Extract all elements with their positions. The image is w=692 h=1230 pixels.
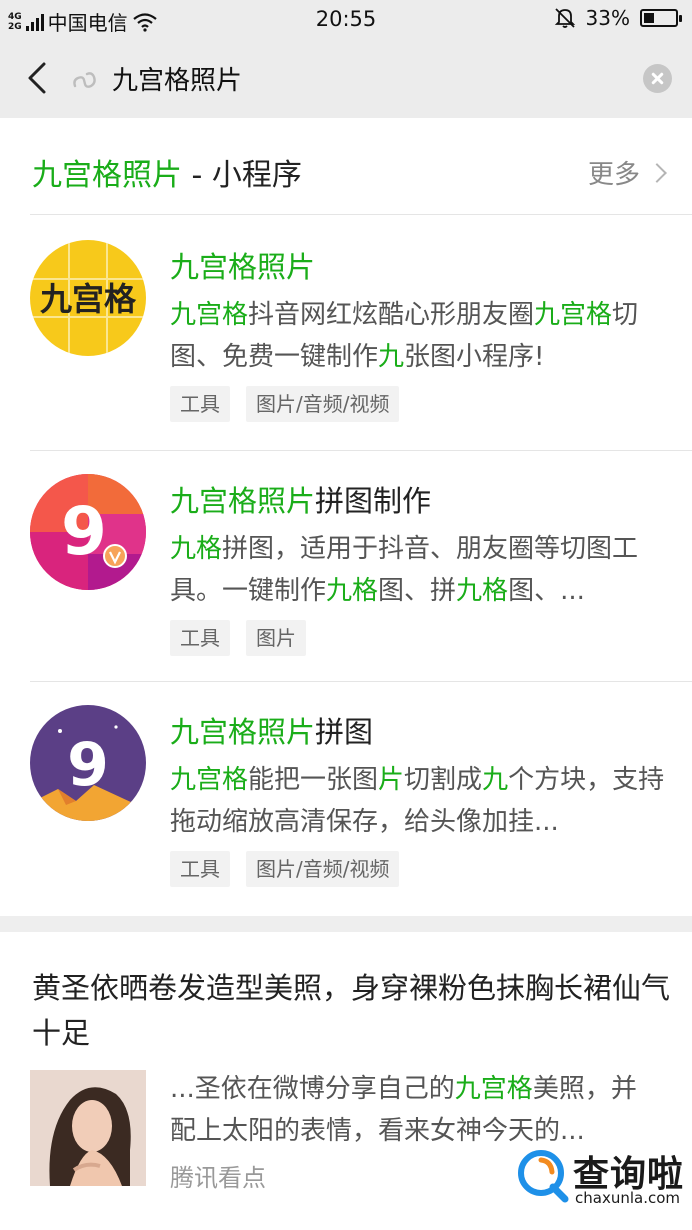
article-thumbnail [30, 1070, 146, 1186]
keyword-highlight: 九 [482, 765, 509, 795]
article-source: 腾讯看点 [170, 1164, 266, 1192]
text-segment: 能把一张图 [248, 765, 379, 795]
keyword-highlight: 九宫格 [170, 300, 249, 330]
tag: 工具 [170, 851, 230, 887]
logo-text: 九宫格 [40, 280, 137, 318]
name-highlight: 九宫格照片 [170, 484, 316, 518]
text-segment: 张图小程序! [404, 342, 545, 372]
tag: 图片/音频/视频 [246, 851, 400, 887]
tag-list: 工具 图片/音频/视频 [170, 851, 400, 887]
tag: 图片/音频/视频 [246, 386, 400, 422]
text-segment: 抖音网红炫酷心形朋友圈 [248, 300, 535, 330]
name-rest: 拼图 [315, 715, 374, 749]
back-arrow-icon[interactable] [20, 58, 56, 98]
keyword-highlight: 九宫格 [170, 765, 249, 795]
mini-program-section: 九宫格照片 - 小程序 更多 九宫格 九宫格照片 九宫格抖音网红炫酷心形朋友圈九… [0, 118, 692, 916]
name-highlight: 九宫格照片 [170, 250, 316, 284]
battery-icon [640, 9, 682, 27]
search-input[interactable]: 九宫格照片 [112, 60, 242, 97]
article-snippet: ...圣依在微博分享自己的九宫格美照，并配上太阳的表情，看来女神今天的... [170, 1068, 660, 1152]
section-title-rest: - 小程序 [182, 158, 302, 193]
mini-program-item[interactable]: 九宫格 九宫格照片 九宫格抖音网红炫酷心形朋友圈九宫格切图、免费一键制作九张图小… [0, 216, 692, 448]
keyword-highlight: 九格 [170, 534, 223, 564]
mini-program-name: 九宫格照片 [170, 244, 315, 286]
battery-percent: 33% [585, 6, 630, 30]
chevron-right-icon [647, 162, 667, 183]
mini-program-icon [73, 72, 96, 88]
name-highlight: 九宫格照片 [170, 715, 316, 749]
keyword-highlight: 九宫格 [534, 300, 613, 330]
mini-program-logo: 9 [30, 474, 146, 590]
tag: 工具 [170, 620, 230, 656]
watermark-url: chaxunla.com [575, 1189, 680, 1207]
mini-program-logo: 九宫格 [30, 240, 146, 356]
mini-program-description: 九格拼图，适用于抖音、朋友圈等切图工具。一键制作九格图、拼九格图、... [170, 528, 670, 612]
search-bar: 九宫格照片 [0, 38, 692, 118]
mini-program-item[interactable]: 9 九宫格照片拼图制作 九格拼图，适用于抖音、朋友圈等切图工具。一键制作九格图、… [0, 450, 692, 682]
mini-program-description: 九宫格抖音网红炫酷心形朋友圈九宫格切图、免费一键制作九张图小程序! [170, 294, 670, 378]
section-title-highlight: 九宫格照片 [32, 158, 182, 193]
text-segment: 图、拼 [378, 576, 457, 606]
keyword-highlight: 九宫格 [454, 1074, 533, 1104]
more-label: 更多 [587, 160, 640, 190]
mini-program-logo: 9 [30, 705, 146, 821]
tag-list: 工具 图片/音频/视频 [170, 386, 400, 422]
tag: 工具 [170, 386, 230, 422]
logo-text: 9 [61, 493, 107, 570]
mini-program-description: 九宫格能把一张图片切割成九个方块，支持拖动缩放高清保存，给头像加挂... [170, 759, 670, 843]
article-title[interactable]: 黄圣依晒卷发造型美照，身穿裸粉色抹胸长裙仙气十足 [32, 966, 672, 1056]
more-button[interactable]: 更多 [587, 154, 667, 191]
text-segment: 图、... [508, 576, 585, 606]
logo-text: 9 [67, 730, 109, 800]
keyword-highlight: 九 [378, 342, 405, 372]
name-rest: 拼图制作 [315, 484, 432, 518]
keyword-highlight: 片 [378, 765, 405, 795]
mini-program-item[interactable]: 9 九宫格照片拼图 九宫格能把一张图片切割成九个方块，支持拖动缩放高清保存，给头… [0, 681, 692, 913]
mini-program-name: 九宫格照片拼图 [170, 709, 373, 751]
keyword-highlight: 九格 [326, 576, 379, 606]
mute-bell-icon [554, 8, 575, 28]
tag-list: 工具 图片 [170, 620, 306, 656]
divider [30, 214, 692, 215]
clear-icon[interactable] [643, 64, 672, 93]
search-q-logo-icon [518, 1150, 569, 1203]
status-right: 33% [554, 6, 682, 30]
battery-level [644, 13, 654, 23]
tag: 图片 [246, 620, 306, 656]
mini-program-name: 九宫格照片拼图制作 [170, 478, 431, 520]
keyword-highlight: 九格 [456, 576, 509, 606]
status-bar: 4G 2G 中国电信 20:55 33% [0, 0, 692, 38]
section-title: 九宫格照片 - 小程序 [32, 150, 302, 194]
site-watermark: 查询啦 chaxunla.com [515, 1145, 685, 1207]
text-segment: 切割成 [404, 765, 483, 795]
text-segment: ...圣依在微博分享自己的 [170, 1074, 455, 1104]
